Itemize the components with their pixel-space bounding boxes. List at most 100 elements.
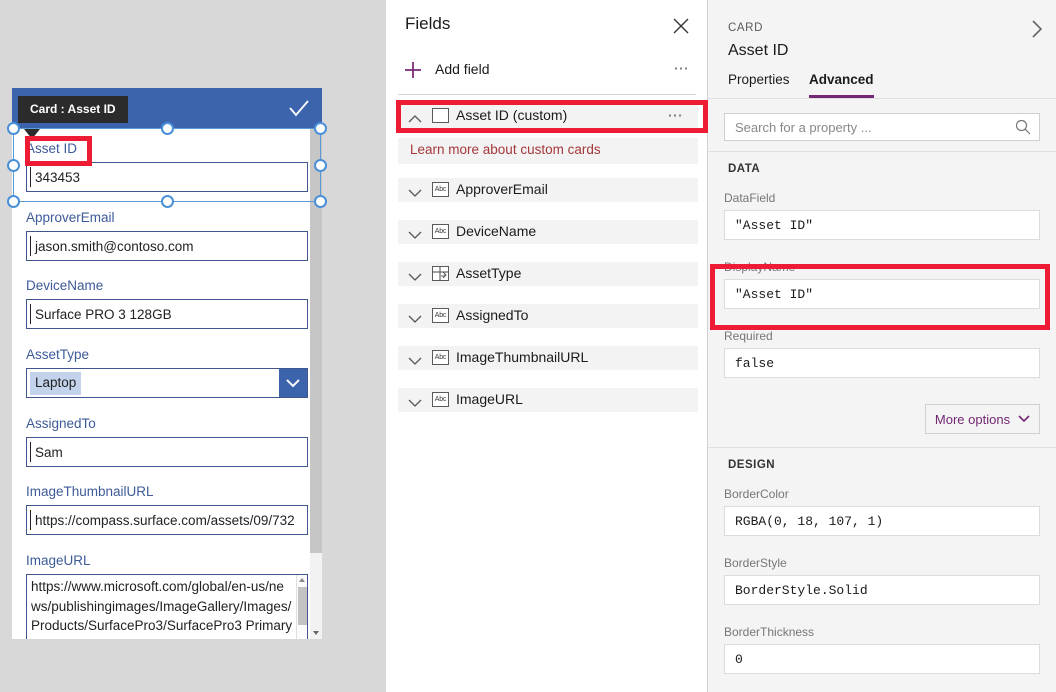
form-field-textarea[interactable]: https://www.microsoft.com/global/en-us/n… [26,574,308,639]
property-label: BorderStyle [724,555,1040,571]
chevron-up-icon[interactable] [408,111,422,121]
property-label: BorderColor [724,486,1040,502]
field-list-item-image-url[interactable]: Abc ImageURL [398,388,698,412]
learn-more-link[interactable]: Learn more about custom cards [410,142,601,157]
field-list-item-approver-email[interactable]: Abc ApproverEmail [398,178,698,202]
close-icon[interactable] [671,16,691,36]
form-field-label: DeviceName [26,277,308,295]
form-field-label: AssetType [26,346,308,364]
form-field-input[interactable]: Surface PRO 3 128GB [26,299,308,329]
form-field-value: Surface PRO 3 128GB [35,307,172,322]
field-list-item-asset-id[interactable]: Asset ID (custom) ⋯ [398,104,698,128]
chevron-down-icon[interactable] [408,395,422,405]
form-field-input[interactable]: https://compass.surface.com/assets/09/73… [26,505,308,535]
field-list-item-image-thumbnail-url[interactable]: Abc ImageThumbnailURL [398,346,698,370]
properties-tabs: Properties Advanced [708,72,1056,98]
resize-handle-top-center[interactable] [161,122,174,135]
fields-panel-title: Fields [405,14,450,34]
form-field-image-thumbnail-url[interactable]: ImageThumbnailURL https://compass.surfac… [26,483,308,535]
form-field-label: ImageThumbnailURL [26,483,308,501]
learn-more-row[interactable]: Learn more about custom cards [398,138,698,164]
chevron-right-icon[interactable] [1026,18,1048,40]
chevron-down-icon [1018,415,1030,423]
form-field-device-name[interactable]: DeviceName Surface PRO 3 128GB [26,277,308,329]
field-list-item-assigned-to[interactable]: Abc AssignedTo [398,304,698,328]
property-value-input[interactable]: BorderStyle.Solid [724,575,1040,605]
property-row-borderstyle[interactable]: BorderStyle BorderStyle.Solid [724,555,1040,605]
resize-handle-top-left[interactable] [7,122,20,135]
chevron-down-icon[interactable] [408,353,422,363]
resize-handle-bottom-center[interactable] [161,195,174,208]
search-icon[interactable] [1015,119,1031,135]
property-search[interactable] [724,113,1040,141]
property-label: DataField [724,190,1040,206]
abc-text-icon: Abc [432,308,449,323]
fields-divider [398,94,696,95]
property-value-input[interactable]: 0 [724,644,1040,674]
dropdown-toggle-button[interactable] [279,369,307,397]
field-list-item-label: ImageURL [456,391,523,407]
property-row-datafield[interactable]: DataField "Asset ID" [724,190,1040,240]
chevron-down-icon[interactable] [408,311,422,321]
resize-handle-top-right[interactable] [314,122,327,135]
form-field-assigned-to[interactable]: AssignedTo Sam [26,415,308,467]
property-row-bordercolor[interactable]: BorderColor RGBA(0, 18, 107, 1) [724,486,1040,536]
section-divider-design [708,447,1056,448]
property-value-input[interactable]: RGBA(0, 18, 107, 1) [724,506,1040,536]
property-row-borderthickness[interactable]: BorderThickness 0 [724,624,1040,674]
scroll-down-arrow-icon[interactable] [313,631,319,635]
resize-handle-bottom-left[interactable] [7,195,20,208]
property-value-input[interactable]: "Asset ID" [724,210,1040,240]
form-field-label: Asset ID [26,140,308,158]
chevron-down-icon [285,378,301,388]
property-value-input[interactable]: false [724,348,1040,378]
form-field-approver-email[interactable]: ApproverEmail jason.smith@contoso.com [26,209,308,261]
form-field-asset-id[interactable]: Asset ID 343453 [26,140,308,192]
app-root: Asset ID 343453 ApproverEmail jason.smit… [0,0,1056,692]
chevron-down-icon[interactable] [408,185,422,195]
field-list-item-label: AssignedTo [456,307,528,323]
property-label: DisplayName [724,259,1040,275]
field-list-item-label: ApproverEmail [456,181,548,197]
tabs-divider [708,98,1056,99]
chevron-down-icon[interactable] [408,269,422,279]
scrollbar-thumb[interactable] [310,128,322,553]
form-field-label: ApproverEmail [26,209,308,227]
form-field-input[interactable]: 343453 [26,162,308,192]
form-field-dropdown[interactable]: Laptop [26,368,308,398]
field-list-item-label: Asset ID (custom) [456,107,567,123]
properties-title: Asset ID [728,42,788,60]
textarea-scrollbar[interactable] [296,575,307,639]
form-field-value: https://compass.surface.com/assets/09/73… [35,513,295,528]
resize-handle-middle-left[interactable] [7,159,20,172]
property-value-input[interactable]: "Asset ID" [724,279,1040,309]
selection-tooltip: Card : Asset ID [18,96,128,123]
plus-icon [403,60,423,80]
field-list-item-device-name[interactable]: Abc DeviceName [398,220,698,244]
ellipsis-icon[interactable]: ⋯ [674,64,691,74]
property-row-required[interactable]: Required false [724,328,1040,378]
field-list-item-asset-type[interactable]: AssetType [398,262,698,286]
more-options-button[interactable]: More options [925,404,1040,434]
abc-text-icon: Abc [432,224,449,239]
tab-properties[interactable]: Properties [728,72,790,95]
add-field-row[interactable]: Add field ⋯ [386,52,708,88]
properties-panel: CARD Asset ID Properties Advanced DATA [708,0,1056,692]
form-field-input[interactable]: jason.smith@contoso.com [26,231,308,261]
section-heading-design: DESIGN [728,459,775,471]
checkmark-icon [286,96,312,120]
form-field-asset-type[interactable]: AssetType Laptop [26,346,308,398]
chevron-down-icon[interactable] [408,227,422,237]
property-row-displayname[interactable]: DisplayName "Asset ID" [724,259,1040,309]
search-input[interactable] [733,114,1011,140]
scrollbar-thumb[interactable] [298,587,307,625]
resize-handle-middle-right[interactable] [314,159,327,172]
form-field-image-url[interactable]: ImageURL https://www.microsoft.com/globa… [26,552,308,639]
form-field-input[interactable]: Sam [26,437,308,467]
field-list-item-label: ImageThumbnailURL [456,349,588,365]
ellipsis-icon[interactable]: ⋯ [668,111,685,121]
field-list-item-label: AssetType [456,265,521,281]
scroll-up-arrow-icon[interactable] [299,578,305,582]
tab-advanced[interactable]: Advanced [809,72,874,98]
resize-handle-bottom-right[interactable] [314,195,327,208]
